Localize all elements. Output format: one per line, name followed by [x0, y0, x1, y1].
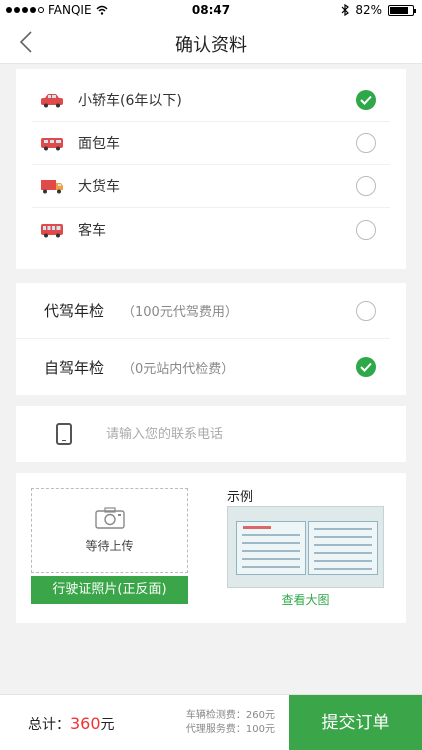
vehicle-option-car[interactable]: 小轿车(6年以下): [32, 79, 390, 122]
fee-inspection: 车辆检测费：260元: [185, 710, 275, 721]
checkmark-icon: [360, 95, 372, 105]
status-right: 82%: [341, 3, 416, 17]
total-amount: 360: [70, 714, 101, 733]
phone-icon: [56, 423, 72, 445]
submit-order-button[interactable]: 提交订单: [289, 695, 422, 750]
vehicle-option-bus[interactable]: 客车: [32, 208, 390, 251]
page-title: 确认资料: [175, 35, 247, 56]
car-icon: [41, 94, 63, 108]
vehicle-label: 大货车: [78, 179, 120, 195]
example-license-image[interactable]: [227, 506, 384, 588]
upload-card: 等待上传 行驶证照片(正反面) 示例 查看大图: [16, 473, 406, 623]
radio-unchecked[interactable]: [356, 133, 376, 153]
phone-input[interactable]: [106, 426, 366, 442]
fee-breakdown: 车辆检测费：260元 代理服务费：100元: [171, 709, 275, 737]
inspection-note: （100元代驾费用）: [122, 305, 238, 320]
checkmark-icon: [360, 362, 372, 372]
radio-unchecked[interactable]: [356, 219, 376, 240]
inspection-note: （0元站内代检费）: [122, 361, 235, 377]
battery-icon: [388, 4, 416, 16]
license-back-image: [308, 521, 378, 575]
radio-checked[interactable]: [356, 90, 376, 110]
bus-icon: [41, 223, 63, 237]
inspection-label: 代驾年检: [44, 302, 105, 320]
vehicle-option-truck[interactable]: 大货车: [32, 165, 390, 208]
inspection-mode-card: 代驾年检 （100元代驾费用） 自驾年检 （0元站内代检费）: [16, 283, 406, 395]
view-large-link[interactable]: 查看大图: [227, 591, 384, 608]
vehicle-label: 客车: [78, 222, 106, 239]
radio-unchecked[interactable]: [356, 176, 376, 196]
van-icon: [41, 138, 63, 151]
upload-box[interactable]: 等待上传: [31, 488, 188, 573]
status-bar: FANQIE 08:47 82%: [0, 0, 422, 20]
phone-card: [16, 406, 406, 462]
vehicle-label: 小轿车(6年以下): [78, 93, 182, 109]
total-section: 总计：360元: [28, 714, 115, 734]
total-label: 总计：: [28, 717, 70, 733]
example-label: 示例: [227, 490, 254, 505]
battery-fill: [390, 6, 408, 14]
vehicle-type-card: 小轿车(6年以下) 面包车 大货车 客车: [16, 69, 406, 269]
battery-percent: 82%: [355, 3, 382, 17]
inspection-option-chauffeur[interactable]: 代驾年检 （100元代驾费用）: [16, 283, 390, 339]
truck-icon: [41, 180, 63, 194]
vehicle-label: 面包车: [78, 136, 120, 152]
upload-status: 等待上传: [85, 539, 134, 553]
inspection-option-self-drive[interactable]: 自驾年检 （0元站内代检费）: [16, 339, 390, 395]
camera-icon: [94, 507, 125, 529]
license-front-image: [236, 521, 306, 575]
bottom-bar: 总计：360元 车辆检测费：260元 代理服务费：100元 提交订单: [0, 694, 422, 750]
radio-checked[interactable]: [356, 357, 376, 377]
fee-service: 代理服务费：100元: [185, 724, 275, 735]
vehicle-option-van[interactable]: 面包车: [32, 122, 390, 165]
nav-bar: 确认资料: [0, 20, 422, 64]
total-unit: 元: [100, 717, 115, 733]
inspection-label: 自驾年检: [44, 358, 105, 377]
bluetooth-icon: [341, 4, 350, 16]
radio-unchecked[interactable]: [356, 300, 376, 321]
upload-license-button[interactable]: 行驶证照片(正反面): [31, 576, 188, 604]
